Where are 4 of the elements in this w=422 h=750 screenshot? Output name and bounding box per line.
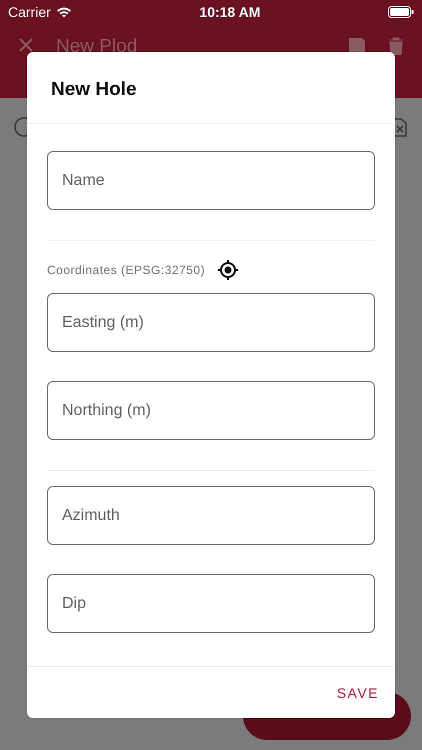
carrier-label: Carrier [8, 4, 51, 20]
coordinates-label: Coordinates (EPSG:32750) [47, 263, 206, 277]
status-time: 10:18 AM [199, 4, 260, 20]
dialog-title: New Hole [27, 52, 395, 124]
